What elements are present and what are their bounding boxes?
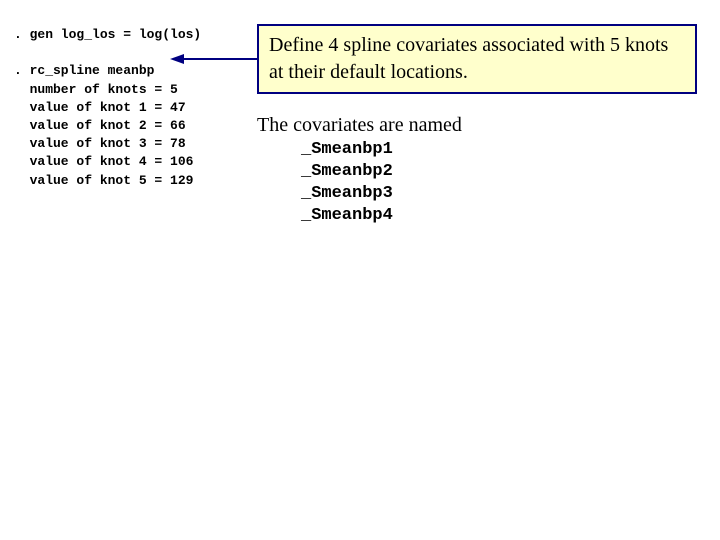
code-line: value of knot 5 = 129 bbox=[14, 173, 193, 188]
stata-output-block: . gen log_los = log(los) . rc_spline mea… bbox=[14, 26, 201, 190]
covariate-name: _Smeanbp2 bbox=[301, 161, 697, 183]
code-line: . gen log_los = log(los) bbox=[14, 27, 201, 42]
covariate-name: _Smeanbp4 bbox=[301, 205, 697, 227]
covariate-name: _Smeanbp1 bbox=[301, 139, 697, 161]
covariate-names-block: The covariates are named _Smeanbp1 _Smea… bbox=[257, 114, 697, 227]
callout-spline-definition: Define 4 spline covariates associated wi… bbox=[257, 24, 697, 94]
callout-text: Define 4 spline covariates associated wi… bbox=[269, 32, 685, 86]
code-line: value of knot 3 = 78 bbox=[14, 136, 186, 151]
code-line: . rc_spline meanbp bbox=[14, 63, 154, 78]
code-line: value of knot 1 = 47 bbox=[14, 100, 186, 115]
covariate-name: _Smeanbp3 bbox=[301, 183, 697, 205]
code-line: value of knot 4 = 106 bbox=[14, 154, 193, 169]
code-line: value of knot 2 = 66 bbox=[14, 118, 186, 133]
covariate-intro: The covariates are named bbox=[257, 114, 697, 137]
code-line: number of knots = 5 bbox=[14, 82, 178, 97]
